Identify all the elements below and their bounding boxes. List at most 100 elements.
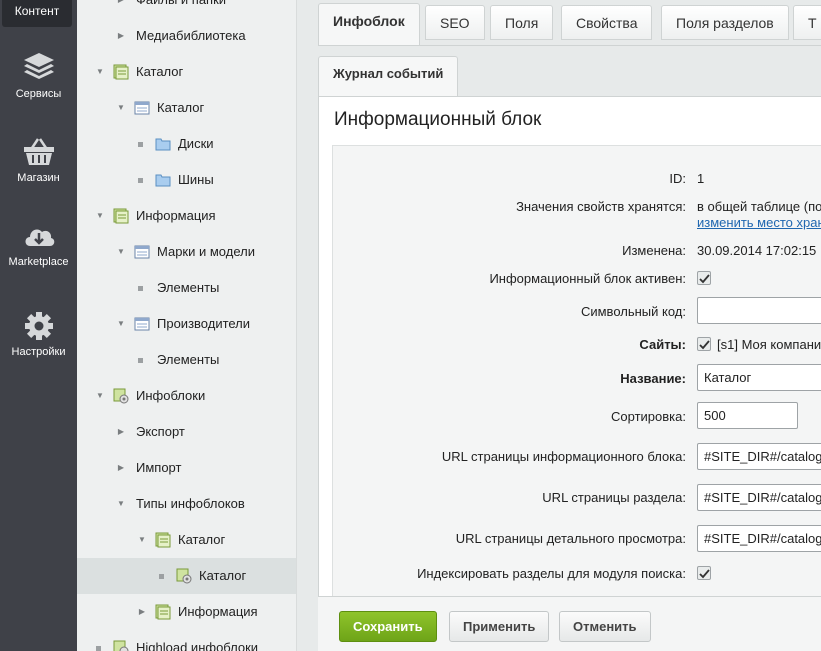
tree-item-label: Каталог (136, 64, 184, 79)
collapse-arrow-icon[interactable]: ▼ (115, 234, 127, 270)
apply-button[interactable]: Применить (449, 611, 550, 642)
tree-item-types-catalog-catalog[interactable]: Каталог (77, 558, 296, 594)
collapse-arrow-icon[interactable]: ▼ (94, 378, 106, 414)
iblock-type-icon (155, 604, 171, 620)
name-input[interactable]: Каталог (697, 364, 821, 391)
modified-value: 30.09.2014 17:02:15 (697, 243, 817, 258)
site-s1-checkbox[interactable] (697, 337, 711, 351)
folder-icon (155, 138, 171, 151)
tree-item-label: Файлы и папки (136, 0, 226, 18)
tree-item-label: Информация (178, 604, 258, 619)
section-url-input[interactable]: #SITE_DIR#/catalog/ (697, 484, 821, 511)
iblock-settings-icon (113, 640, 129, 651)
expand-arrow-icon[interactable]: ▶ (115, 414, 127, 450)
tree-item-producers[interactable]: ▼ Производители (77, 306, 296, 342)
menu-services-button[interactable]: Сервисы (0, 50, 77, 100)
menu-shop-label: Магазин (17, 172, 60, 184)
tree-item-types-catalog[interactable]: ▼ Каталог (77, 522, 296, 558)
list-url-input[interactable]: #SITE_DIR#/catalog/ (697, 443, 821, 470)
cloud-download-icon (25, 229, 54, 246)
expand-arrow-icon[interactable]: ▶ (115, 450, 127, 486)
id-label: ID: (669, 171, 686, 186)
tree-item-iblocks[interactable]: ▼ Инфоблоки (77, 378, 296, 414)
tab-event-log[interactable]: Журнал событий (318, 56, 459, 96)
code-input[interactable] (697, 297, 821, 324)
expand-arrow-icon[interactable]: ▶ (115, 18, 127, 54)
collapse-arrow-icon[interactable]: ▼ (136, 522, 148, 558)
tree-item-label: Типы инфоблоков (136, 496, 245, 511)
tree-item-medialib[interactable]: ▶ Медиабиблиотека (77, 18, 296, 54)
tree-item-info-type[interactable]: ▼ Информация (77, 198, 296, 234)
tree-item-export[interactable]: ▶ Экспорт (77, 414, 296, 450)
storage-value: в общей таблице (по (697, 199, 821, 214)
tree-item-label: Диски (178, 136, 214, 151)
menu-shop-button[interactable]: Магазин (0, 136, 77, 184)
basket-icon (23, 138, 54, 165)
tree-item-iblock-types[interactable]: ▼ Типы инфоблоков (77, 486, 296, 522)
index-sections-checkbox[interactable] (697, 566, 711, 580)
bullet-icon (138, 178, 143, 183)
iblock-settings-icon (176, 568, 192, 584)
list-url-label: URL страницы информационного блока: (441, 449, 686, 464)
tree-item-tires[interactable]: Шины (77, 162, 296, 198)
tree-item-disks[interactable]: Диски (77, 126, 296, 162)
expand-arrow-icon[interactable]: ▶ (136, 594, 148, 630)
tree-item-files[interactable]: ▶ Файлы и папки (77, 0, 296, 18)
tree-item-label: Highload инфоблоки (136, 640, 259, 651)
storage-label: Значения свойств хранятся: (516, 199, 686, 214)
iblock-form: ID: 1 Значения свойств хранятся: в общей… (332, 145, 821, 605)
tree-item-brands-elements[interactable]: Элементы (77, 270, 296, 306)
tab-fields[interactable]: Поля (490, 5, 554, 40)
tree-item-catalog-type[interactable]: ▼ Каталог (77, 54, 296, 90)
iblock-type-icon (113, 64, 129, 80)
tree-item-label: Инфоблоки (136, 388, 206, 403)
tab-iblock[interactable]: Инфоблок (318, 3, 420, 46)
tree-item-catalog-iblock[interactable]: ▼ Каталог (77, 90, 296, 126)
bullet-icon (138, 286, 143, 291)
collapse-arrow-icon[interactable]: ▼ (94, 54, 106, 90)
save-button[interactable]: Сохранить (339, 611, 437, 642)
expand-arrow-icon[interactable]: ▶ (115, 0, 127, 18)
menu-settings-button[interactable]: Настройки (0, 310, 77, 358)
collapse-arrow-icon[interactable]: ▼ (115, 90, 127, 126)
tree-item-producers-elements[interactable]: Элементы (77, 342, 296, 378)
tab-section-fields[interactable]: Поля разделов (661, 5, 789, 40)
tree-item-label: Медиабиблиотека (136, 28, 246, 43)
tree-item-import[interactable]: ▶ Импорт (77, 450, 296, 486)
folder-icon (155, 174, 171, 187)
tabs-divider (318, 45, 821, 46)
collapse-arrow-icon[interactable]: ▼ (94, 198, 106, 234)
iblock-icon (134, 317, 150, 331)
tree-item-label: Импорт (136, 460, 182, 475)
code-label: Символьный код: (580, 304, 686, 319)
form-footer: Сохранить Применить Отменить (318, 596, 821, 651)
menu-content-button[interactable]: Контент (2, 0, 72, 27)
section-url-label: URL страницы раздела: (542, 490, 686, 505)
name-label: Название: (620, 371, 686, 386)
change-storage-link[interactable]: изменить место хран (697, 215, 821, 230)
index-sections-label: Индексировать разделы для модуля поиска: (417, 566, 686, 581)
tree-item-types-info[interactable]: ▶ Информация (77, 594, 296, 630)
checkmark-icon (699, 274, 710, 284)
detail-url-input[interactable]: #SITE_DIR#/catalog/ (697, 525, 821, 552)
detail-url-label: URL страницы детального просмотра: (455, 531, 686, 546)
page-title: Информационный блок (334, 109, 542, 130)
active-label: Информационный блок активен: (489, 271, 686, 286)
tab-properties[interactable]: Свойства (561, 5, 653, 40)
menu-marketplace-button[interactable]: Marketplace (0, 222, 77, 268)
id-value: 1 (697, 171, 705, 186)
gear-icon (24, 312, 53, 340)
collapse-arrow-icon[interactable]: ▼ (115, 486, 127, 522)
left-menu: Контент Сервисы Магазин Marketplace Наст… (0, 0, 77, 651)
tree-item-label: Информация (136, 208, 216, 223)
sort-input[interactable]: 500 (697, 402, 798, 429)
cancel-button[interactable]: Отменить (559, 611, 651, 642)
tree-item-brands[interactable]: ▼ Марки и модели (77, 234, 296, 270)
tree-item-label: Каталог (199, 568, 247, 583)
tab-seo[interactable]: SEO (425, 5, 485, 40)
iblock-icon (134, 101, 150, 115)
collapse-arrow-icon[interactable]: ▼ (115, 306, 127, 342)
active-checkbox[interactable] (697, 271, 711, 285)
tree-item-highload[interactable]: Highload инфоблоки (77, 630, 296, 651)
tab-more[interactable]: T (793, 5, 821, 40)
